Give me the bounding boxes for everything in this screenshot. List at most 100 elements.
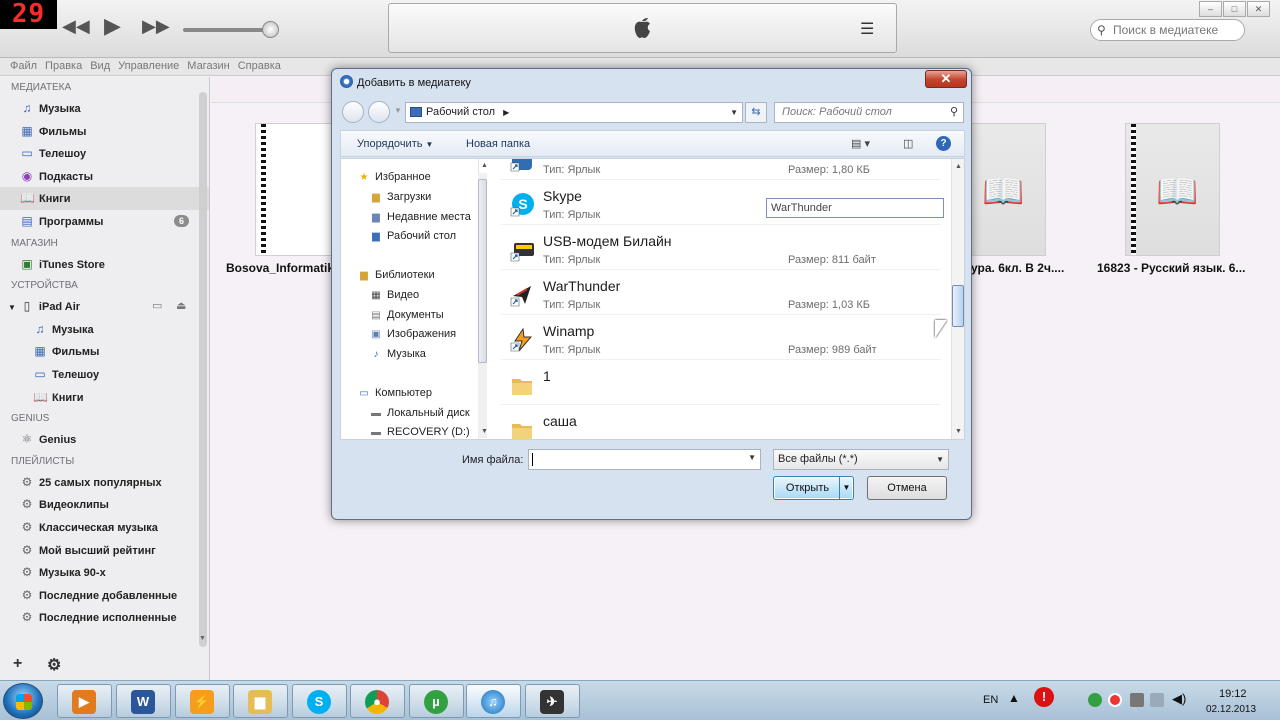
file-row[interactable]: Тип: Ярлык Размер: 1,80 КБ <box>501 159 941 180</box>
playlist-item[interactable]: ⚙ Видеоклипы <box>0 493 209 516</box>
open-button[interactable]: Открыть ▼ <box>773 476 854 500</box>
playlist-item[interactable]: ⚙ Последние добавленные <box>0 584 209 607</box>
sidebar-item-ipad[interactable]: ▼ ▯ iPad Air ▭ ⏏ <box>0 295 209 318</box>
volume-slider[interactable] <box>183 28 273 32</box>
taskbar-itunes[interactable]: ♫ <box>466 684 521 718</box>
playlist-item[interactable]: ⚙ Музыка 90-х <box>0 561 209 584</box>
book-title[interactable]: ура. 6кл. В 2ч.... <box>971 261 1111 275</box>
library-search-input[interactable]: ⚲ Поиск в медиатеке <box>1090 19 1245 41</box>
nav-music[interactable]: ♪ Музыка <box>369 348 426 360</box>
list-view-icon[interactable]: ☰ <box>860 19 874 39</box>
sidebar-item-tvshows[interactable]: ▭ Телешоу <box>0 142 209 165</box>
nav-pane-scroll-thumb[interactable] <box>478 179 487 363</box>
taskbar-warthunder[interactable]: ✈ <box>525 684 580 718</box>
nav-images[interactable]: ▣ Изображения <box>369 328 456 340</box>
open-dropdown-icon[interactable]: ▼ <box>839 477 853 499</box>
nav-local-disk[interactable]: ▬ Локальный диск <box>369 407 470 419</box>
menu-controls[interactable]: Управление <box>114 58 183 74</box>
clock-date[interactable]: 02.12.2013 <box>1206 704 1256 715</box>
taskbar-winamp[interactable]: ⚡ <box>175 684 230 718</box>
menu-help[interactable]: Справка <box>234 58 285 74</box>
file-type-filter[interactable]: Все файлы (*.*) ▼ <box>773 449 949 470</box>
previous-track-icon[interactable]: ◀◀ <box>62 16 90 37</box>
settings-gear-icon[interactable]: ⚙ <box>47 655 61 675</box>
playlist-item[interactable]: ⚙ Классическая музыка <box>0 516 209 539</box>
address-crumb[interactable]: Рабочий стол <box>426 106 495 118</box>
playlist-item[interactable]: ⚙ Мой высший рейтинг <box>0 539 209 562</box>
scroll-up-arrow-icon[interactable]: ▲ <box>481 162 488 169</box>
book-title[interactable]: 16823 - Русский язык. 6... <box>1097 261 1272 275</box>
filename-input[interactable]: ▼ <box>528 449 761 470</box>
nav-recent-places[interactable]: ▆ Недавние места <box>369 211 471 223</box>
scroll-up-arrow-icon[interactable]: ▲ <box>955 163 962 170</box>
taskbar-media-player[interactable]: ▶ <box>57 684 112 718</box>
file-list-scroll-thumb[interactable] <box>952 285 964 327</box>
start-button[interactable] <box>3 683 43 719</box>
taskbar-utorrent[interactable]: µ <box>409 684 464 718</box>
playlist-item[interactable]: ⚙ 25 самых популярных <box>0 471 209 494</box>
nav-downloads[interactable]: ▆ Загрузки <box>369 191 431 203</box>
sidebar-item-genius[interactable]: ⚛ Genius <box>0 428 209 451</box>
nav-recovery-drive[interactable]: ▬ RECOVERY (D:) <box>369 426 470 438</box>
maximize-button[interactable]: □ <box>1223 1 1246 17</box>
device-tray-icon[interactable] <box>1130 693 1144 707</box>
playlist-item[interactable]: ⚙ Последние исполненные <box>0 606 209 629</box>
add-playlist-icon[interactable]: + <box>13 655 22 673</box>
file-row[interactable]: саша <box>501 405 941 439</box>
volume-knob[interactable] <box>262 21 279 38</box>
organize-button[interactable]: Упорядочить ▼ <box>357 138 433 150</box>
forward-button[interactable] <box>368 101 390 123</box>
device-item-movies[interactable]: ▦ Фильмы <box>0 340 209 363</box>
file-row[interactable]: WarThunder Тип: Ярлык Размер: 1,03 КБ <box>501 270 941 315</box>
menu-store[interactable]: Магазин <box>183 58 233 74</box>
nav-desktop[interactable]: ▆ Рабочий стол <box>369 230 456 242</box>
history-dropdown-icon[interactable]: ▼ <box>394 106 402 115</box>
nav-computer[interactable]: ▭ Компьютер <box>357 387 432 399</box>
volume-icon[interactable]: ◀) <box>1172 691 1186 707</box>
sidebar-item-movies[interactable]: ▦ Фильмы <box>0 120 209 143</box>
close-button[interactable]: ✕ <box>1247 1 1270 17</box>
nav-favorites[interactable]: ★ Избранное <box>357 171 431 183</box>
folder-search-input[interactable]: Поиск: Рабочий стол ⚲ <box>774 102 964 123</box>
sidebar-item-music[interactable]: ♫ Музыка <box>0 97 209 120</box>
new-folder-button[interactable]: Новая папка <box>466 138 530 150</box>
menu-file[interactable]: Файл <box>6 58 41 74</box>
menu-edit[interactable]: Правка <box>41 58 86 74</box>
cancel-button[interactable]: Отмена <box>867 476 947 500</box>
nav-documents[interactable]: ▤ Документы <box>369 309 443 321</box>
taskbar-chrome[interactable]: ● <box>350 684 405 718</box>
sidebar-item-podcasts[interactable]: ◉ Подкасты <box>0 165 209 188</box>
language-indicator[interactable]: EN <box>983 694 998 706</box>
utorrent-tray-icon[interactable] <box>1088 693 1102 707</box>
file-row[interactable]: 1 <box>501 360 941 405</box>
sidebar-item-apps[interactable]: ▤ Программы 6 <box>0 210 209 233</box>
minimize-button[interactable]: – <box>1199 1 1222 17</box>
show-hidden-icons-icon[interactable]: ▲ <box>1008 691 1020 705</box>
nav-libraries[interactable]: ▆ Библиотеки <box>357 269 434 281</box>
view-options-icon[interactable]: ▤ ▾ <box>851 137 870 150</box>
dialog-close-button[interactable]: ✕ <box>925 70 967 88</box>
chevron-down-icon[interactable]: ▼ <box>748 453 756 462</box>
play-icon[interactable]: ▶ <box>104 13 121 39</box>
alert-icon[interactable]: ! <box>1034 687 1054 707</box>
help-icon[interactable]: ? <box>936 136 951 151</box>
eject-icon[interactable]: ⏏ <box>176 295 186 317</box>
refresh-button[interactable]: ⇆ <box>745 102 767 123</box>
sidebar-item-books[interactable]: 📖 Книги <box>0 187 209 210</box>
device-item-books[interactable]: 📖 Книги <box>0 386 209 409</box>
chevron-down-icon[interactable]: ▼ <box>730 103 738 122</box>
taskbar-explorer[interactable]: ▆ <box>233 684 288 718</box>
menu-view[interactable]: Вид <box>86 58 114 74</box>
scroll-down-arrow-icon[interactable]: ▼ <box>199 635 206 642</box>
chevron-right-icon[interactable]: ▶ <box>503 108 509 117</box>
preview-pane-icon[interactable]: ◫ <box>903 137 913 150</box>
next-track-icon[interactable]: ▶▶ <box>142 16 170 37</box>
address-bar[interactable]: Рабочий стол ▶ ▼ <box>405 102 743 123</box>
clock-time[interactable]: 19:12 <box>1219 688 1247 700</box>
network-tray-icon[interactable] <box>1150 693 1164 707</box>
taskbar-word[interactable]: W <box>116 684 171 718</box>
file-row[interactable]: Winamp Тип: Ярлык Размер: 989 байт <box>501 315 941 360</box>
sidebar-item-itunes-store[interactable]: ▣ iTunes Store <box>0 253 209 276</box>
device-item-music[interactable]: ♫ Музыка <box>0 318 209 341</box>
antivirus-tray-icon[interactable] <box>1108 693 1122 707</box>
